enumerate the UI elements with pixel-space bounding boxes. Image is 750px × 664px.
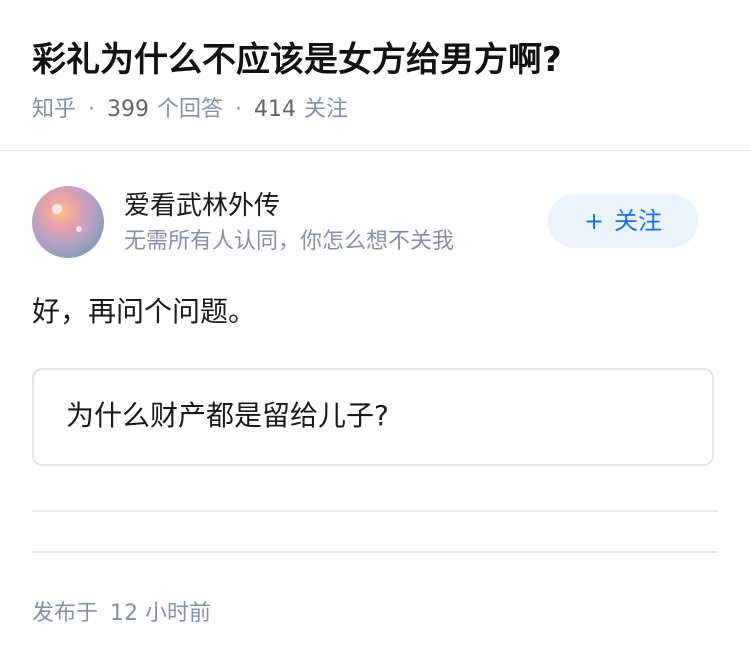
answer-count: 399: [107, 97, 150, 122]
avatar[interactable]: [32, 186, 104, 258]
avatar-highlight: [76, 226, 82, 232]
question-meta: 知乎 · 399 个回答 · 414 关注: [32, 94, 348, 126]
author-name[interactable]: 爱看武林外传: [124, 188, 280, 224]
question-header: 彩礼为什么不应该是女方给男方啊?: [32, 36, 718, 84]
answer-text: 好，再问个问题。: [32, 295, 257, 328]
publish-time-value: 12 小时前: [110, 601, 212, 626]
question-title[interactable]: 彩礼为什么不应该是女方给男方啊?: [32, 36, 718, 84]
follow-button-label: 关注: [614, 207, 663, 235]
answer-count-link[interactable]: 399 个回答: [107, 97, 223, 122]
meta-separator: ·: [235, 97, 243, 122]
content-divider: [32, 510, 718, 512]
publish-time: 发布于 12 小时前: [32, 598, 211, 630]
author-bio: 无需所有人认同，你怎么想不关我: [124, 226, 544, 258]
content-divider: [32, 551, 718, 553]
plus-icon: +: [583, 207, 605, 235]
meta-separator: ·: [88, 97, 96, 122]
quote-card: 为什么财产都是留给儿子?: [32, 368, 714, 466]
follow-button[interactable]: + 关注: [548, 194, 698, 248]
answer-count-label: 个回答: [157, 97, 224, 122]
follower-count-link[interactable]: 414 关注: [254, 97, 348, 122]
publish-label: 发布于: [32, 601, 99, 626]
header-divider: [0, 150, 750, 151]
quote-text: 为什么财产都是留给儿子?: [66, 399, 389, 432]
follower-count: 414: [254, 97, 297, 122]
author-row: 爱看武林外传 无需所有人认同，你怎么想不关我 + 关注: [32, 186, 718, 258]
avatar-highlight: [52, 204, 62, 214]
source-label: 知乎: [32, 97, 77, 122]
follower-count-label: 关注: [304, 97, 349, 122]
